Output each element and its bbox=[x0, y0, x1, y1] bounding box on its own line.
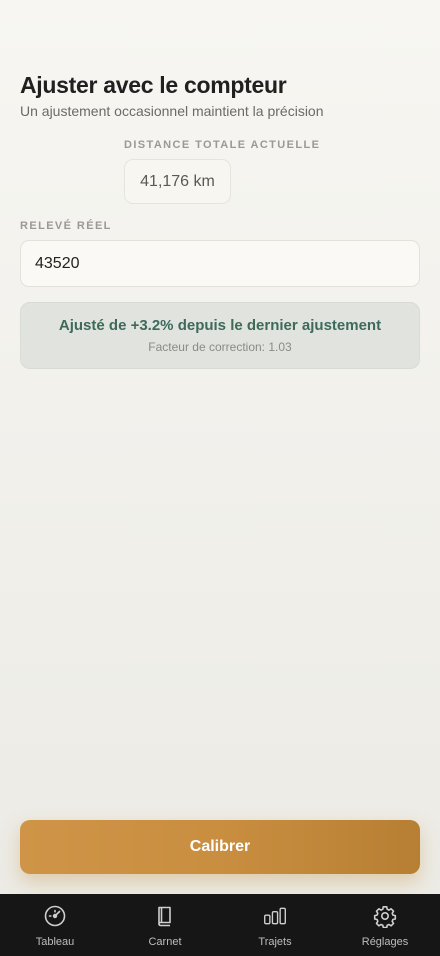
gauge-icon bbox=[43, 904, 67, 933]
tab-trajets[interactable]: Trajets bbox=[220, 894, 330, 956]
gear-icon bbox=[373, 904, 397, 933]
adjustment-status-card: Ajusté de +3.2% depuis le dernier ajuste… bbox=[20, 302, 420, 369]
correction-factor-text: Facteur de correction: 1.03 bbox=[148, 340, 292, 354]
total-distance-value: 41,176 km bbox=[124, 159, 231, 204]
tab-carnet[interactable]: Carnet bbox=[110, 894, 220, 956]
page-title: Ajuster avec le compteur bbox=[20, 72, 287, 98]
tab-reglages[interactable]: Réglages bbox=[330, 894, 440, 956]
actual-reading-label: RELEVÉ RÉEL bbox=[20, 220, 112, 232]
tab-label-carnet: Carnet bbox=[148, 936, 182, 948]
odometer-calibration-screen: Ajuster avec le compteur Un ajustement o… bbox=[0, 0, 440, 956]
calibrate-button[interactable]: Calibrer bbox=[20, 820, 420, 874]
page-subtitle: Un ajustement occasionnel maintient la p… bbox=[20, 103, 324, 119]
book-icon bbox=[153, 904, 177, 933]
actual-reading-input[interactable] bbox=[20, 240, 420, 287]
tab-label-trajets: Trajets bbox=[258, 936, 292, 948]
tab-tableau[interactable]: Tableau bbox=[0, 894, 110, 956]
tab-label-reglages: Réglages bbox=[361, 936, 409, 948]
total-distance-label: DISTANCE TOTALE ACTUELLE bbox=[124, 139, 321, 151]
bottom-tab-bar: Tableau Carnet Trajets Réglages bbox=[0, 894, 440, 956]
tab-label-tableau: Tableau bbox=[35, 936, 75, 948]
adjustment-status-text: Ajusté de +3.2% depuis le dernier ajuste… bbox=[58, 317, 382, 334]
bar-chart-icon bbox=[263, 904, 287, 933]
